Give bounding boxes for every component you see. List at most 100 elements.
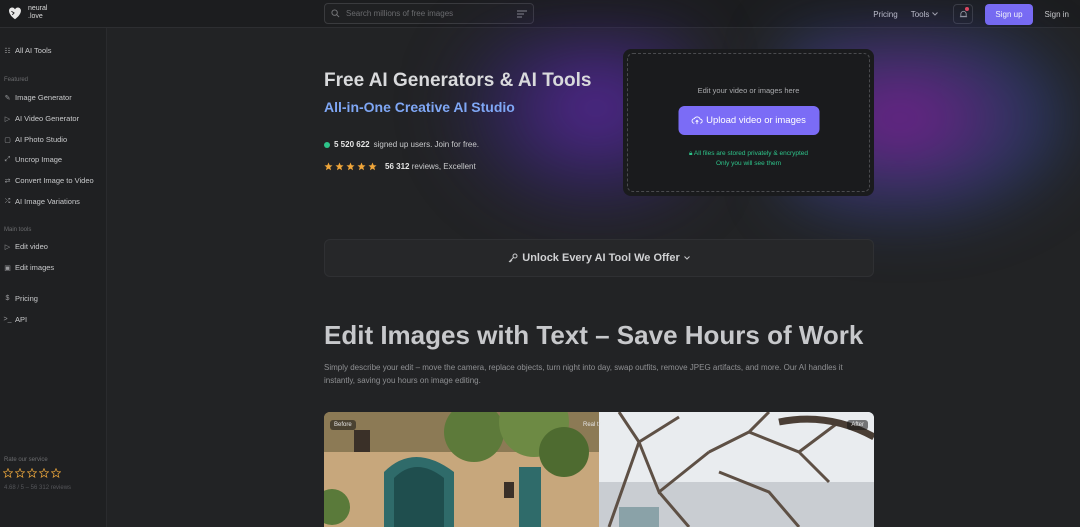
sidebar-item-ai-video-generator[interactable]: ▷ AI Video Generator bbox=[4, 114, 79, 123]
sidebar-item-all-tools[interactable]: ☷ All AI Tools bbox=[4, 46, 52, 55]
upload-button-label: Upload video or images bbox=[706, 115, 806, 126]
secure-text2: Only you will see them bbox=[715, 160, 782, 167]
search-bar[interactable] bbox=[324, 3, 534, 24]
secure-note: 🔒︎ All files are stored privately & encr… bbox=[628, 149, 869, 169]
star-filled-icon bbox=[368, 162, 377, 171]
header-nav: Pricing Tools Sign up Sign in bbox=[873, 0, 1080, 28]
notifications-button[interactable] bbox=[953, 4, 974, 24]
sidebar-item-label: Edit video bbox=[15, 242, 48, 251]
upload-dropzone[interactable]: Edit your video or images here Upload vi… bbox=[627, 53, 870, 192]
users-count: 5 520 622 bbox=[334, 140, 370, 149]
expand-icon: ⤢ bbox=[4, 155, 11, 163]
star-outline-icon[interactable] bbox=[15, 468, 25, 478]
play-icon: ▷ bbox=[4, 243, 11, 251]
star-filled-icon bbox=[346, 162, 355, 171]
sidebar-item-label: Pricing bbox=[15, 294, 38, 303]
logo-text: neural .love bbox=[28, 5, 47, 21]
photo-icon: ▢ bbox=[4, 136, 11, 144]
after-tag: After bbox=[847, 420, 868, 430]
edit-section-description: Simply describe your edit – move the cam… bbox=[324, 363, 843, 385]
star-filled-icon bbox=[324, 162, 333, 171]
grid-icon: ☷ bbox=[4, 47, 11, 55]
sidebar-item-uncrop-image[interactable]: ⤢ Uncrop Image bbox=[4, 155, 62, 164]
pricing-link[interactable]: Pricing bbox=[873, 10, 897, 19]
convert-icon: ⇄ bbox=[4, 177, 11, 185]
reviews-summary: 56 312 reviews, Excellent bbox=[324, 162, 476, 171]
top-bar: neural .love Pricing Tools Sign up Sign … bbox=[0, 0, 1080, 28]
star-filled-icon bbox=[357, 162, 366, 171]
reviews-text: 56 312 reviews, Excellent bbox=[385, 162, 476, 171]
hero-title: Free AI Generators & AI Tools bbox=[324, 70, 592, 91]
reviews-label: reviews, Excellent bbox=[411, 162, 476, 171]
sidebar: ☷ All AI Tools Featured ✎ Image Generato… bbox=[0, 28, 107, 527]
key-icon bbox=[508, 253, 518, 263]
search-icon bbox=[331, 9, 340, 18]
before-after-comparison[interactable]: Before Real tr After bbox=[324, 412, 874, 527]
sidebar-item-label: Uncrop Image bbox=[15, 155, 63, 164]
filter-icon[interactable] bbox=[517, 10, 527, 18]
signup-button[interactable]: Sign up bbox=[985, 3, 1033, 25]
star-outline-icon[interactable] bbox=[3, 468, 13, 478]
play-icon: ▷ bbox=[4, 115, 11, 123]
sidebar-item-label: AI Photo Studio bbox=[15, 135, 68, 144]
sidebar-item-edit-video[interactable]: ▷ Edit video bbox=[4, 242, 48, 251]
real-tag: Real tr bbox=[583, 422, 601, 428]
rate-service-label: Rate our service bbox=[4, 457, 48, 463]
sidebar-item-edit-images[interactable]: ▣ Edit images bbox=[4, 263, 54, 272]
brush-icon: ✎ bbox=[4, 94, 11, 102]
secure-text1: All files are stored privately & encrypt… bbox=[693, 150, 809, 157]
rating-score: 4.68 / 5 – 56 312 reviews bbox=[4, 485, 72, 491]
main-tools-section-label: Main tools bbox=[4, 227, 32, 233]
star-filled-icon bbox=[335, 162, 344, 171]
heart-logo-icon bbox=[9, 7, 21, 20]
search-input[interactable] bbox=[346, 9, 511, 18]
hero-subtitle: All-in-One Creative AI Studio bbox=[324, 99, 515, 115]
unlock-label: Unlock Every AI Tool We Offer bbox=[522, 252, 680, 264]
after-image bbox=[599, 412, 874, 527]
sidebar-item-convert-image-to-video[interactable]: ⇄ Convert Image to Video bbox=[4, 176, 94, 185]
image-icon: ▣ bbox=[4, 264, 11, 272]
users-text: signed up users. Join for free. bbox=[373, 140, 479, 149]
sidebar-item-api[interactable]: >_ API bbox=[3, 315, 28, 324]
before-image bbox=[324, 412, 599, 527]
sidebar-item-ai-photo-studio[interactable]: ▢ AI Photo Studio bbox=[4, 135, 67, 144]
before-tag: Before bbox=[330, 420, 356, 430]
upload-card: Edit your video or images here Upload vi… bbox=[623, 49, 874, 196]
sidebar-item-label: AI Image Variations bbox=[15, 197, 80, 206]
sidebar-item-ai-image-variations[interactable]: ⤮ AI Image Variations bbox=[4, 197, 80, 206]
chevron-down-icon bbox=[683, 256, 690, 260]
star-outline-icon[interactable] bbox=[51, 468, 61, 478]
terminal-icon: >_ bbox=[3, 316, 12, 323]
sidebar-item-image-generator[interactable]: ✎ Image Generator bbox=[4, 93, 72, 102]
sidebar-item-label: Image Generator bbox=[15, 93, 72, 102]
sidebar-item-label: Edit images bbox=[15, 263, 55, 272]
chevron-down-icon bbox=[932, 12, 939, 16]
logo[interactable]: neural .love bbox=[6, 4, 47, 22]
cloud-upload-icon bbox=[691, 116, 703, 125]
sidebar-item-label: AI Video Generator bbox=[15, 114, 80, 123]
logo-line1: neural bbox=[28, 5, 48, 12]
sidebar-item-label: All AI Tools bbox=[15, 46, 52, 55]
upload-button[interactable]: Upload video or images bbox=[678, 106, 819, 135]
tools-menu[interactable]: Tools bbox=[911, 10, 939, 19]
sidebar-item-pricing[interactable]: $ Pricing bbox=[4, 294, 38, 303]
lock-icon: 🔒︎ bbox=[688, 150, 693, 157]
dollar-icon: $ bbox=[5, 295, 10, 302]
unlock-tools-button[interactable]: Unlock Every AI Tool We Offer bbox=[324, 239, 874, 277]
secure-line1: 🔒︎ All files are stored privately & encr… bbox=[628, 149, 869, 159]
star-outline-icon[interactable] bbox=[39, 468, 49, 478]
rating-stars-input[interactable] bbox=[3, 468, 61, 478]
sidebar-item-label: Convert Image to Video bbox=[15, 176, 94, 185]
upload-hint: Edit your video or images here bbox=[697, 86, 800, 95]
star-outline-icon[interactable] bbox=[27, 468, 37, 478]
sidebar-item-label: API bbox=[15, 315, 28, 324]
online-dot-icon bbox=[324, 141, 330, 148]
edit-section-title: Edit Images with Text – Save Hours of Wo… bbox=[324, 320, 864, 350]
reviews-count: 56 312 bbox=[385, 162, 410, 171]
notification-dot bbox=[965, 7, 970, 11]
signin-link[interactable]: Sign in bbox=[1045, 10, 1069, 19]
logo-line2: .love bbox=[28, 13, 43, 20]
tools-label: Tools bbox=[910, 9, 930, 19]
shuffle-icon: ⤮ bbox=[4, 197, 11, 205]
featured-section-label: Featured bbox=[4, 77, 29, 83]
